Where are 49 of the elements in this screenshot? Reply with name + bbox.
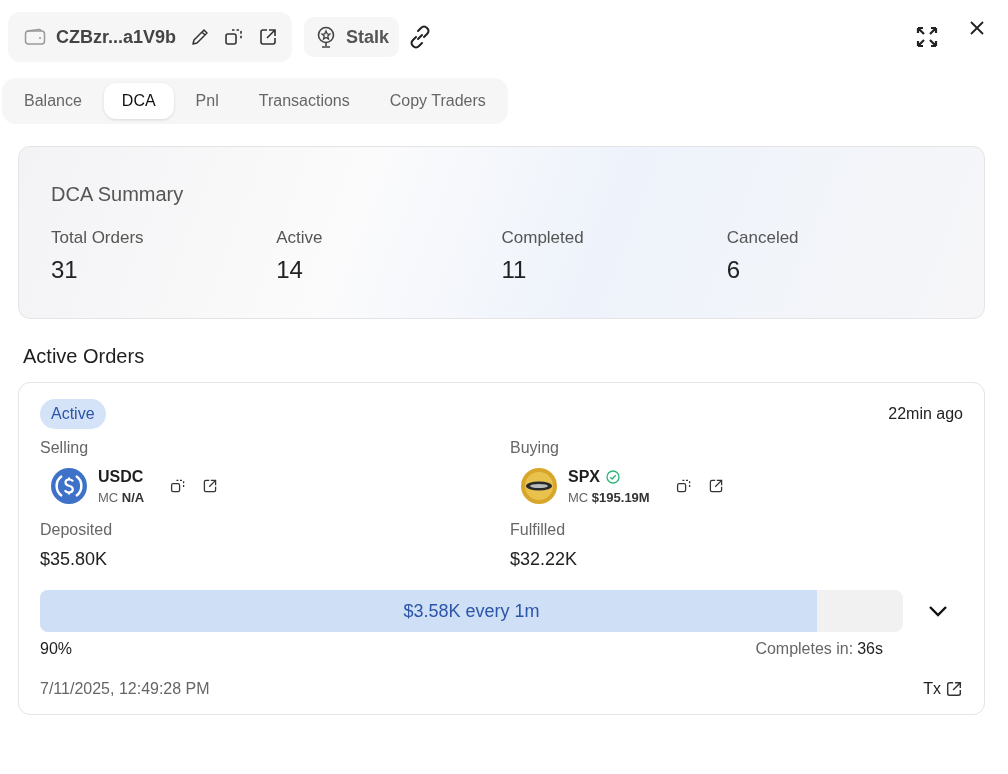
- tab[interactable]: Copy Traders: [371, 83, 504, 119]
- status-badge: Active: [40, 399, 106, 429]
- copy-icon[interactable]: [675, 478, 692, 494]
- section-heading: Active Orders: [23, 345, 146, 368]
- stat-label: Canceled: [726, 228, 800, 248]
- external-link-icon[interactable]: [202, 478, 219, 494]
- market-cap: MC $195.19M: [568, 489, 650, 505]
- coin-icon: [50, 467, 88, 505]
- stalk-button[interactable]: Stalk: [304, 17, 400, 57]
- stat-value: 31: [51, 256, 79, 284]
- tab[interactable]: Balance: [6, 83, 100, 119]
- close-icon[interactable]: [969, 20, 985, 36]
- amount-value: $32.22K: [510, 549, 579, 570]
- timestamp: 7/11/2025, 12:49:28 PM: [40, 680, 210, 698]
- progress-percent: 90%: [40, 640, 73, 658]
- stat-value: 6: [726, 256, 742, 284]
- completes-value: 36s: [857, 640, 883, 658]
- external-link-icon: [945, 680, 963, 698]
- coin-icon: [520, 467, 558, 505]
- wallet-icon: [24, 28, 46, 46]
- time-ago: 22min ago: [888, 405, 963, 423]
- side-label: Buying: [510, 439, 560, 457]
- completes-label: Completes in:: [755, 640, 854, 658]
- amount-value: $35.80K: [40, 549, 109, 570]
- wallet-address: CZBzr...a1V9b: [56, 26, 177, 48]
- copy-icon[interactable]: [224, 27, 245, 47]
- progress-label: $3.58K every 1m: [403, 600, 540, 622]
- external-link-icon[interactable]: [707, 478, 724, 494]
- tab[interactable]: Pnl: [177, 83, 237, 119]
- expand-icon[interactable]: [915, 25, 939, 49]
- stat-label: Completed: [501, 228, 585, 248]
- tab[interactable]: DCA: [103, 83, 174, 119]
- stat-value: 11: [501, 256, 528, 284]
- side-label: Selling: [40, 439, 90, 457]
- token-symbol: SPX: [568, 467, 600, 486]
- tx-link[interactable]: Tx: [923, 680, 963, 698]
- summary-title: DCA Summary: [51, 183, 185, 206]
- market-cap: MC N/A: [98, 489, 145, 505]
- token-symbol: USDC: [98, 467, 144, 486]
- stat-label: Total Orders: [51, 228, 145, 248]
- amount-label: Deposited: [40, 521, 114, 539]
- stat-label: Active: [276, 228, 324, 248]
- external-link-icon[interactable]: [258, 27, 279, 47]
- stat-value: 14: [276, 256, 304, 284]
- amount-label: Fulfilled: [510, 521, 567, 539]
- copy-icon[interactable]: [170, 478, 187, 494]
- chevron-down-icon[interactable]: [927, 604, 949, 618]
- tab[interactable]: Transactions: [240, 83, 368, 119]
- pencil-icon[interactable]: [190, 27, 211, 47]
